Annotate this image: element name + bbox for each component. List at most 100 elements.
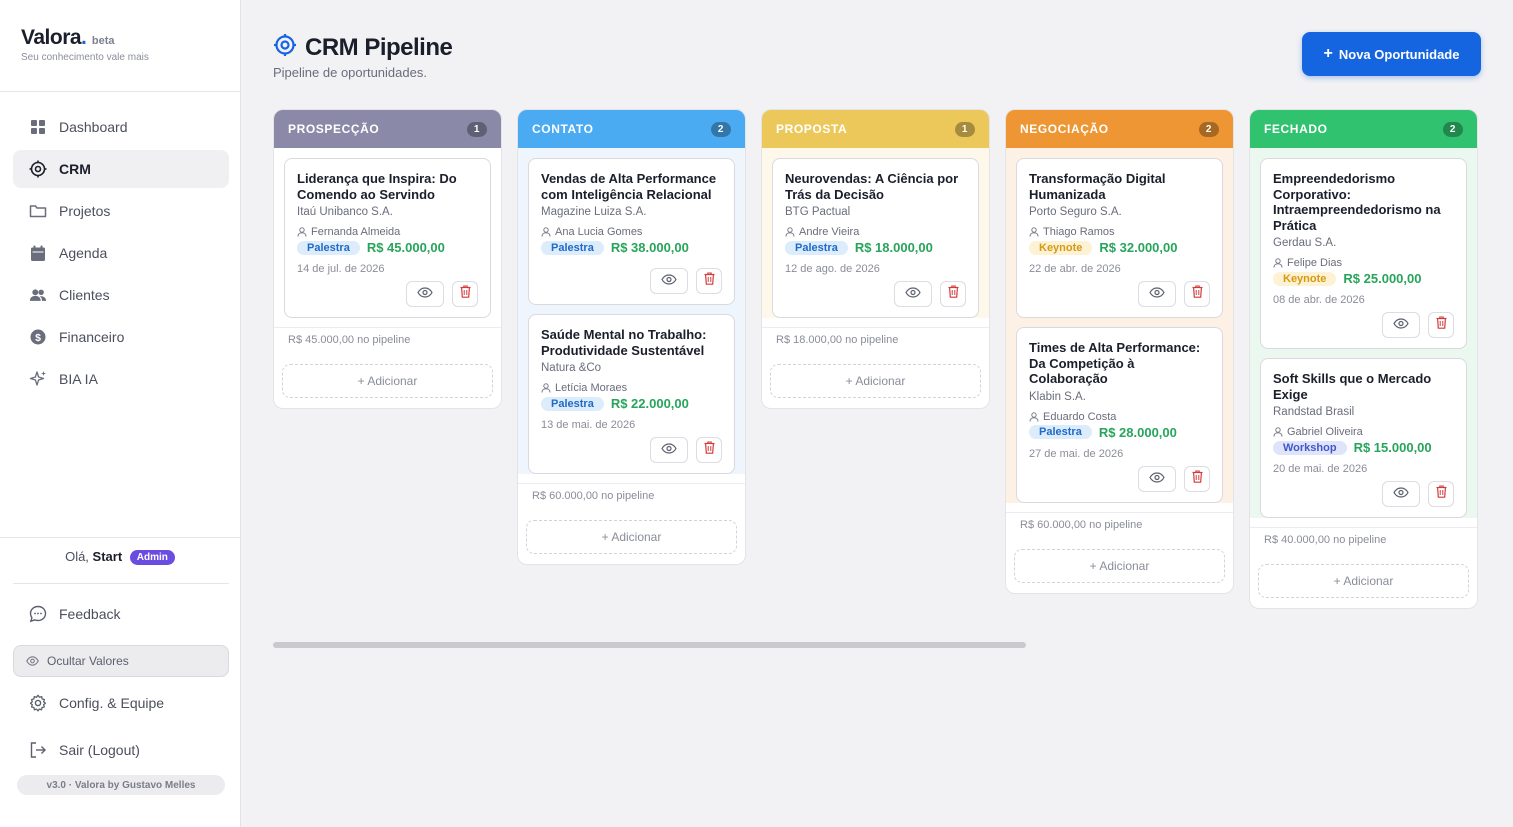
eye-icon [1149, 285, 1165, 303]
type-tag: Palestra [785, 240, 848, 255]
card-info-row: Workshop R$ 15.000,00 [1273, 440, 1454, 455]
contact-name: Felipe Dias [1287, 257, 1343, 269]
user-icon [785, 227, 795, 237]
card-company: Natura &Co [541, 362, 602, 374]
add-opportunity-button[interactable]: + Adicionar [282, 364, 493, 398]
view-button[interactable] [650, 268, 688, 294]
view-button[interactable] [1382, 312, 1420, 338]
card-title: Times de Alta Performance: Da Competição… [1029, 340, 1201, 386]
delete-button[interactable] [1184, 281, 1210, 307]
delete-button[interactable] [696, 437, 722, 463]
brand-name: Valora [21, 26, 82, 49]
view-button[interactable] [894, 281, 932, 307]
beta-badge: beta [91, 35, 115, 47]
nav-label: Projetos [59, 203, 111, 219]
nav-label: Dashboard [59, 119, 128, 135]
add-opportunity-button[interactable]: + Adicionar [526, 520, 737, 554]
card-actions [1273, 312, 1454, 338]
opportunity-card[interactable]: Saúde Mental no Trabalho: Produtividade … [528, 314, 735, 474]
card-info-row: Palestra R$ 45.000,00 [297, 240, 478, 255]
column-prospeccao: PROSPECÇÃO 1 Liderança que Inspira: Do Com… [273, 109, 502, 409]
card-title: Empreendedorismo Corporativo: Intraempre… [1273, 171, 1441, 233]
card-date: 13 de mai. de 2026 [541, 419, 636, 431]
opportunity-card[interactable]: Times de Alta Performance: Da Competição… [1016, 327, 1223, 503]
logout-button[interactable]: Sair (Logout) [13, 734, 229, 766]
dollar-icon: $ [29, 328, 47, 346]
horizontal-scrollbar[interactable] [273, 642, 1026, 648]
main-nav: Dashboard CRM Projetos Agenda Clientes $… [13, 108, 229, 402]
user-name: Start [92, 549, 123, 564]
card-company: Porto Seguro S.A. [1029, 206, 1122, 218]
type-tag: Palestra [541, 240, 604, 255]
divider [13, 583, 229, 584]
opportunity-card[interactable]: Empreendedorismo Corporativo: Intraempre… [1260, 158, 1467, 349]
greeting-text: Olá, [65, 549, 89, 564]
new-opportunity-label: Nova Oportunidade [1338, 46, 1460, 62]
column-count-badge: 1 [467, 121, 487, 137]
column-header: PROPOSTA 1 [762, 110, 989, 148]
gear-icon [29, 694, 47, 712]
column-header: CONTATO 2 [518, 110, 745, 148]
brand-logo[interactable]: Valora. beta Seu conhecimento vale mais [21, 26, 149, 63]
role-badge: Admin [129, 550, 175, 565]
view-button[interactable] [1382, 481, 1420, 507]
card-info-row: Palestra R$ 18.000,00 [785, 240, 966, 255]
card-title: Neurovendas: A Ciência por Trás da Decis… [785, 171, 959, 202]
opportunity-card[interactable]: Liderança que Inspira: Do Comendo ao Ser… [284, 158, 491, 318]
card-contact: Letícia Moraes [541, 382, 722, 394]
nav-item-agenda[interactable]: Agenda [13, 234, 229, 272]
opportunity-card[interactable]: Transformação Digital Humanizada Porto Se… [1016, 158, 1223, 318]
delete-button[interactable] [940, 281, 966, 307]
opportunity-card[interactable]: Soft Skills que o Mercado Exige Randstad … [1260, 358, 1467, 518]
trash-icon [460, 285, 471, 303]
card-actions [297, 281, 478, 307]
card-date: 27 de mai. de 2026 [1029, 447, 1124, 460]
hide-values-button[interactable]: Ocultar Valores [13, 645, 229, 677]
view-button[interactable] [1138, 281, 1176, 307]
logout-icon [29, 741, 47, 759]
card-info-row: Keynote R$ 25.000,00 [1273, 271, 1454, 286]
contact-name: Thiago Ramos [1043, 226, 1115, 238]
nav-item-projetos[interactable]: Projetos [13, 192, 229, 230]
card-amount: R$ 45.000,00 [366, 240, 445, 255]
view-button[interactable] [1138, 465, 1176, 492]
view-button[interactable] [650, 437, 688, 463]
card-info-row: Palestra R$ 22.000,00 [541, 396, 722, 411]
target-icon [29, 160, 47, 178]
card-contact: Felipe Dias [1273, 257, 1454, 269]
type-tag: Workshop [1273, 440, 1347, 455]
card-company: Gerdau S.A. [1273, 237, 1337, 249]
opportunity-card[interactable]: Neurovendas: A Ciência por Trás da Decis… [772, 158, 979, 318]
add-opportunity-button[interactable]: + Adicionar [770, 364, 981, 398]
add-opportunity-button[interactable]: + Adicionar [1258, 564, 1469, 598]
column-footer: R$ 18.000,00 no pipeline + Adicionar [762, 327, 989, 398]
card-date: 20 de mai. de 2026 [1273, 463, 1368, 475]
card-title: Transformação Digital Humanizada [1029, 171, 1166, 202]
page-title: CRM Pipeline [273, 33, 453, 62]
card-date: 08 de abr. de 2026 [1273, 294, 1365, 306]
eye-icon [661, 272, 677, 290]
delete-button[interactable] [1184, 465, 1210, 492]
opportunity-card[interactable]: Vendas de Alta Performance com Inteligên… [528, 158, 735, 305]
add-opportunity-button[interactable]: + Adicionar [1014, 548, 1225, 583]
column-title: NEGOCIAÇÃO [1020, 122, 1109, 136]
nav-label: CRM [59, 161, 91, 177]
pipeline-total: R$ 40.000,00 no pipeline [1264, 534, 1387, 546]
delete-button[interactable] [452, 281, 478, 307]
type-tag: Keynote [1029, 240, 1093, 255]
nav-item-dashboard[interactable]: Dashboard [13, 108, 229, 146]
delete-button[interactable] [1428, 312, 1454, 338]
card-company: Klabin S.A. [1029, 390, 1086, 403]
trash-icon [1192, 285, 1203, 303]
new-opportunity-button[interactable]: + Nova Oportunidade [1302, 32, 1481, 76]
settings-button[interactable]: Config. & Equipe [13, 687, 229, 719]
divider [0, 537, 240, 538]
nav-item-clientes[interactable]: Clientes [13, 276, 229, 314]
feedback-button[interactable]: Feedback [13, 598, 229, 630]
nav-item-crm[interactable]: CRM [13, 150, 229, 188]
nav-item-financeiro[interactable]: $ Financeiro [13, 318, 229, 356]
view-button[interactable] [406, 281, 444, 307]
delete-button[interactable] [696, 268, 722, 294]
nav-item-bia-ia[interactable]: BIA IA [13, 360, 229, 398]
delete-button[interactable] [1428, 481, 1454, 507]
